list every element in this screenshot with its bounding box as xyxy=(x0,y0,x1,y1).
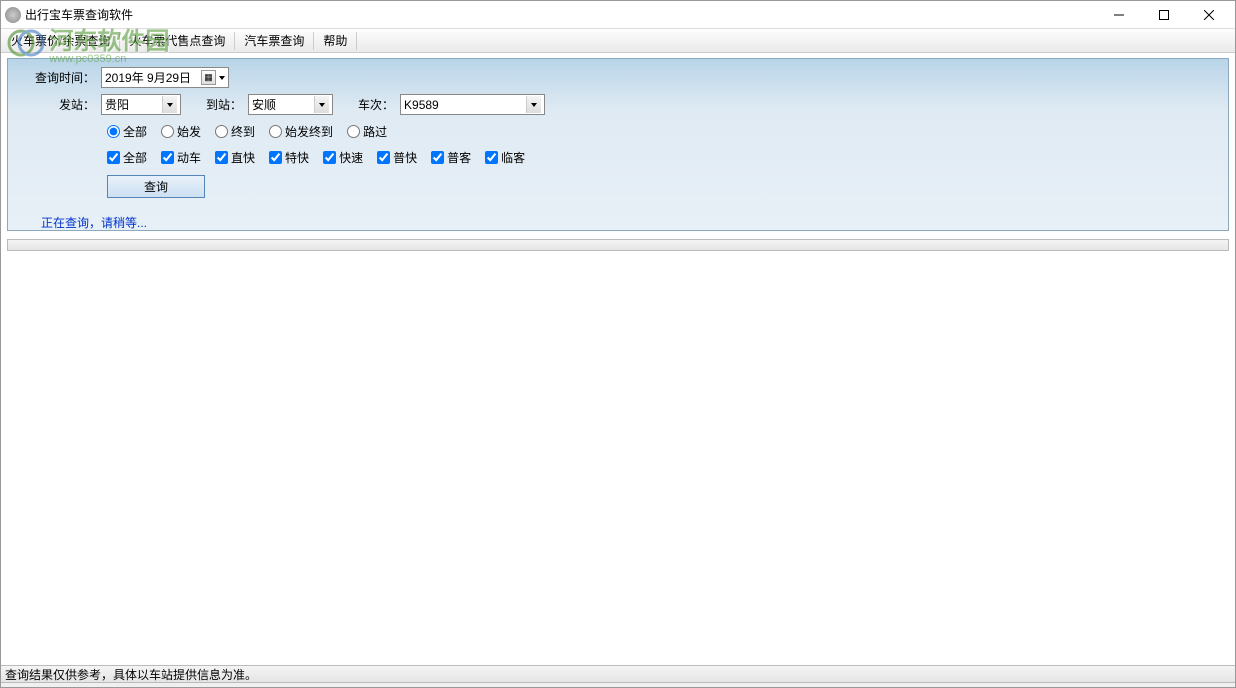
minimize-button[interactable] xyxy=(1096,1,1141,29)
train-label: 车次： xyxy=(333,96,400,113)
radio-label: 全部 xyxy=(123,123,147,140)
maximize-icon xyxy=(1159,10,1169,20)
menu-train-agent-query[interactable]: 火车票代售点查询 xyxy=(121,29,233,52)
menu-separator xyxy=(234,32,235,50)
menubar: 火车票价/余票查询 火车票代售点查询 汽车票查询 帮助 xyxy=(1,29,1235,53)
minimize-icon xyxy=(1114,10,1124,20)
check-dongche-input[interactable] xyxy=(161,151,174,164)
radio-label: 始发终到 xyxy=(285,123,333,140)
dropdown-icon[interactable] xyxy=(526,96,541,113)
menu-bus-ticket-query[interactable]: 汽车票查询 xyxy=(236,29,312,52)
radio-terminal[interactable]: 终到 xyxy=(215,123,255,140)
bottom-panel: 查询结果仅供参考，具体以车站提供信息为准。 xyxy=(1,665,1235,687)
radio-departure-input[interactable] xyxy=(161,125,174,138)
check-label: 普客 xyxy=(447,149,471,166)
check-puke[interactable]: 普客 xyxy=(431,149,471,166)
calendar-icon[interactable]: ▦ xyxy=(201,70,216,85)
status-message: 正在查询，请稍等... xyxy=(41,214,1220,231)
check-kuaisu-input[interactable] xyxy=(323,151,336,164)
check-label: 直快 xyxy=(231,149,255,166)
close-icon xyxy=(1204,10,1214,20)
check-label: 普快 xyxy=(393,149,417,166)
stations-row: 发站： 贵阳 到站： 安顺 车次： K9589 xyxy=(16,94,1220,115)
to-station-combo[interactable]: 安顺 xyxy=(248,94,333,115)
check-zhikuai-input[interactable] xyxy=(215,151,228,164)
radio-passing-input[interactable] xyxy=(347,125,360,138)
radio-departure[interactable]: 始发 xyxy=(161,123,201,140)
radio-both[interactable]: 始发终到 xyxy=(269,123,333,140)
window-title: 出行宝车票查询软件 xyxy=(25,6,1096,23)
from-station-combo[interactable]: 贵阳 xyxy=(101,94,181,115)
radio-label: 终到 xyxy=(231,123,255,140)
window-controls xyxy=(1096,1,1231,29)
check-tekuai[interactable]: 特快 xyxy=(269,149,309,166)
date-row: 查询时间： 2019年 9月29日 ▦ xyxy=(16,67,1220,88)
train-type-checks: 全部 动车 直快 特快 快速 普快 普客 临客 xyxy=(16,147,1220,167)
route-type-radios: 全部 始发 终到 始发终到 路过 xyxy=(16,121,1220,141)
query-button[interactable]: 查询 xyxy=(107,175,205,198)
app-icon xyxy=(5,7,21,23)
train-number-combo[interactable]: K9589 xyxy=(400,94,545,115)
maximize-button[interactable] xyxy=(1141,1,1186,29)
check-kuaisu[interactable]: 快速 xyxy=(323,149,363,166)
close-button[interactable] xyxy=(1186,1,1231,29)
check-label: 快速 xyxy=(339,149,363,166)
menu-separator xyxy=(119,32,120,50)
menu-help[interactable]: 帮助 xyxy=(315,29,355,52)
date-value: 2019年 9月29日 xyxy=(105,69,201,86)
check-linke[interactable]: 临客 xyxy=(485,149,525,166)
check-all[interactable]: 全部 xyxy=(107,149,147,166)
button-row: 查询 xyxy=(16,175,1220,198)
check-linke-input[interactable] xyxy=(485,151,498,164)
dropdown-icon[interactable] xyxy=(162,96,177,113)
dropdown-icon[interactable] xyxy=(219,76,225,80)
menu-separator xyxy=(313,32,314,50)
radio-all-input[interactable] xyxy=(107,125,120,138)
radio-label: 路过 xyxy=(363,123,387,140)
radio-terminal-input[interactable] xyxy=(215,125,228,138)
radio-label: 始发 xyxy=(177,123,201,140)
check-puke-input[interactable] xyxy=(431,151,444,164)
check-label: 特快 xyxy=(285,149,309,166)
check-dongche[interactable]: 动车 xyxy=(161,149,201,166)
radio-passing[interactable]: 路过 xyxy=(347,123,387,140)
date-label: 查询时间： xyxy=(16,69,101,86)
to-value: 安顺 xyxy=(252,96,314,113)
menu-train-ticket-query[interactable]: 火车票价/余票查询 xyxy=(3,29,118,52)
check-zhikuai[interactable]: 直快 xyxy=(215,149,255,166)
check-label: 临客 xyxy=(501,149,525,166)
check-pukuai[interactable]: 普快 xyxy=(377,149,417,166)
check-label: 动车 xyxy=(177,149,201,166)
menu-separator xyxy=(356,32,357,50)
search-panel: 查询时间： 2019年 9月29日 ▦ 发站： 贵阳 到站： 安顺 车次： K9… xyxy=(7,58,1229,231)
check-label: 全部 xyxy=(123,149,147,166)
check-tekuai-input[interactable] xyxy=(269,151,282,164)
result-header-bar[interactable] xyxy=(7,239,1229,251)
radio-all[interactable]: 全部 xyxy=(107,123,147,140)
check-pukuai-input[interactable] xyxy=(377,151,390,164)
date-input[interactable]: 2019年 9月29日 ▦ xyxy=(101,67,229,88)
dropdown-icon[interactable] xyxy=(314,96,329,113)
radio-both-input[interactable] xyxy=(269,125,282,138)
from-label: 发站： xyxy=(16,96,101,113)
train-value: K9589 xyxy=(404,98,526,112)
to-label: 到站： xyxy=(181,96,248,113)
from-value: 贵阳 xyxy=(105,96,162,113)
check-all-input[interactable] xyxy=(107,151,120,164)
disclaimer-bar: 查询结果仅供参考，具体以车站提供信息为准。 xyxy=(1,665,1235,683)
titlebar: 出行宝车票查询软件 xyxy=(1,1,1235,29)
